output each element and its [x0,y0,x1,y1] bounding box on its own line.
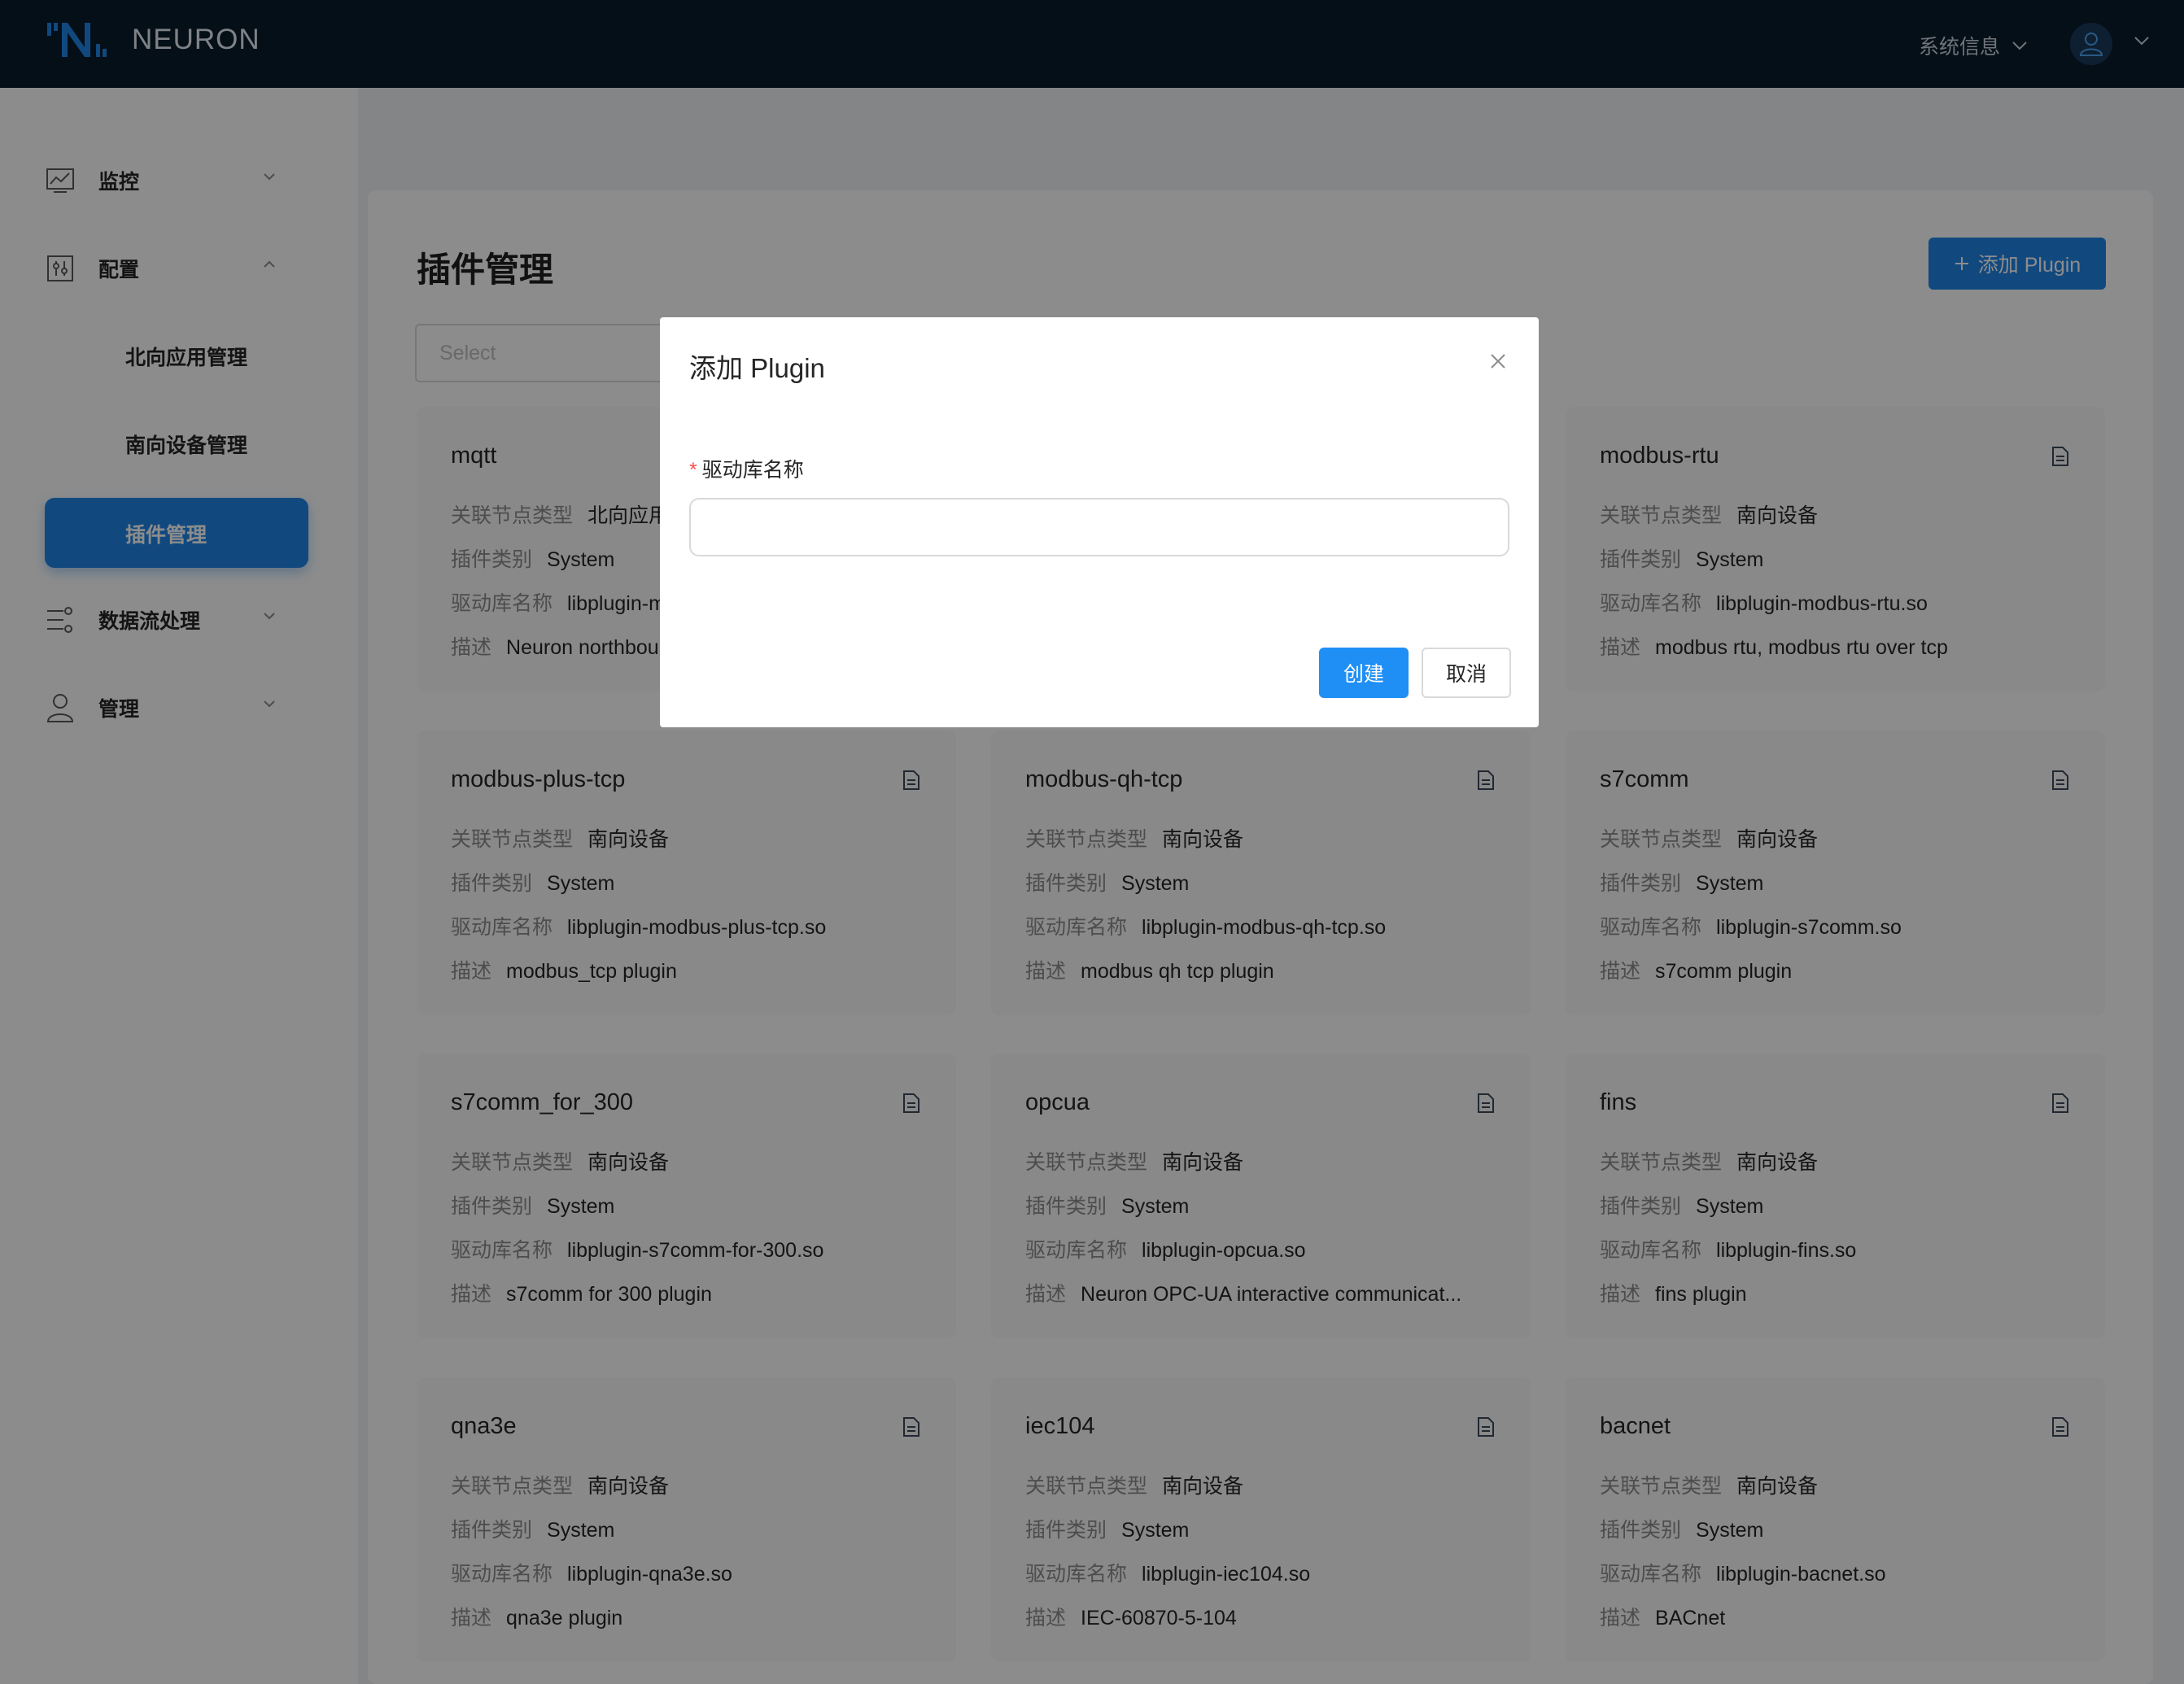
create-button[interactable]: 创建 [1319,648,1409,698]
required-mark: * [689,459,697,482]
cancel-button[interactable]: 取消 [1422,648,1511,698]
library-name-label-text: 驱动库名称 [701,459,804,482]
modal-title: 添加 Plugin [689,353,825,383]
modal-overlay[interactable] [0,0,2184,1684]
add-plugin-modal: 添加 Plugin * 驱动库名称 创建 取消 [660,317,1539,727]
library-name-label: * 驱动库名称 [689,454,804,483]
library-name-input[interactable] [689,498,1509,556]
close-icon[interactable] [1488,351,1508,371]
